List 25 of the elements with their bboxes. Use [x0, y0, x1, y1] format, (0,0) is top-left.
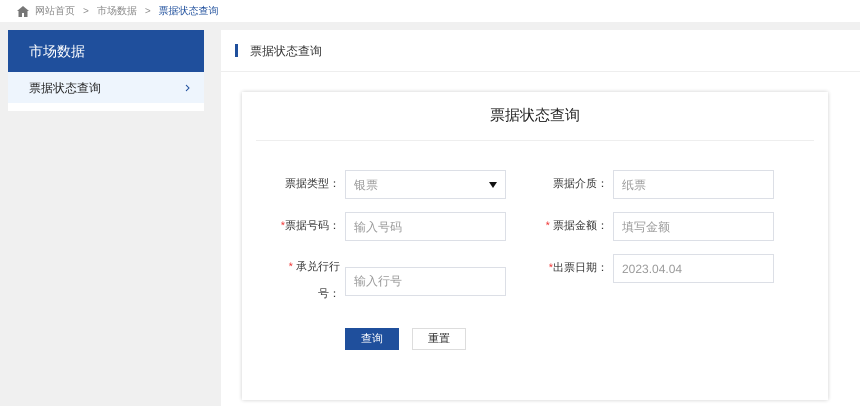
breadcrumb-link[interactable]: 票据状态查询 — [158, 4, 219, 18]
caret-icon — [489, 182, 497, 188]
reset-button[interactable]: 重置 — [412, 328, 466, 350]
breadcrumb-separator: > — [144, 4, 151, 18]
sidebar-title: 市场数据 — [8, 30, 204, 72]
form-title: 票据状态查询 — [490, 106, 580, 126]
breadcrumb-separator: > — [83, 4, 89, 18]
search-button[interactable]: 查询 — [345, 328, 399, 350]
field-label: 票据类型： — [284, 177, 340, 192]
field-label: *出票日期： — [548, 261, 608, 276]
chevron-right-icon — [185, 84, 190, 92]
title-accent-bar — [235, 44, 238, 57]
breadcrumb-link[interactable]: 市场数据 — [96, 4, 137, 18]
input-field[interactable]: 纸票 — [613, 170, 774, 199]
home-icon — [17, 6, 29, 16]
field-label: * 票据金额： — [544, 218, 608, 234]
input-field[interactable]: 输入行号 — [345, 266, 506, 296]
panel-title: 票据状态查询 — [250, 42, 322, 60]
breadcrumb-link[interactable]: 网站首页 — [35, 4, 75, 18]
field-label: * 承兑行行号： — [288, 260, 340, 302]
sidebar-item[interactable]: 票据状态查询 — [8, 72, 204, 103]
input-field[interactable]: 输入号码 — [345, 212, 506, 241]
field-label: *票据号码： — [280, 219, 340, 234]
input-field[interactable]: 填写金额 — [613, 212, 774, 241]
field-label: 票据介质： — [552, 177, 608, 192]
